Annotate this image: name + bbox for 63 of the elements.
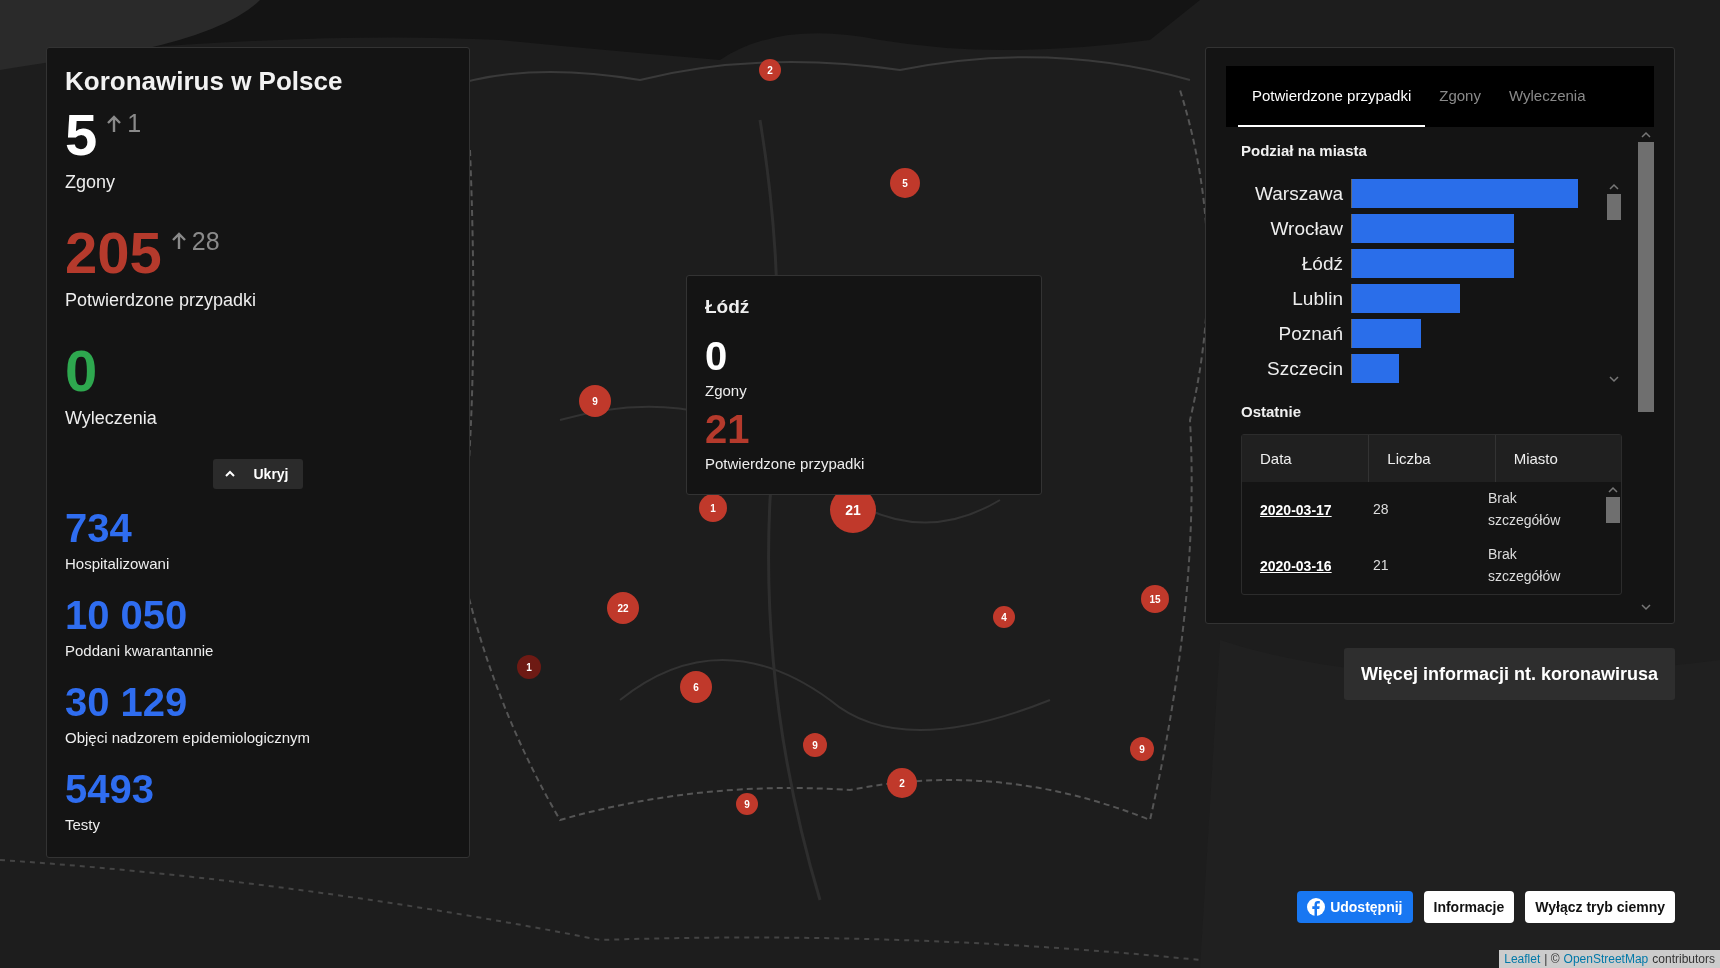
stat-delta: 28 [191,226,220,256]
stat-value: 30 129 [65,680,189,723]
date-link[interactable]: 2020-03-16 [1242,558,1332,574]
scroll-up-icon[interactable] [1608,486,1618,493]
scroll-up-icon[interactable] [1641,131,1651,138]
stat-label: Potwierdzone przypadki [705,455,866,472]
scrollbar-thumb[interactable] [1607,194,1621,220]
column-header: Liczba [1368,435,1495,482]
stat-value: 0 [705,336,729,376]
arrow-up-icon [171,232,186,251]
arrow-up-icon [107,114,122,133]
stat-value: 734 [65,506,133,549]
city-label: Lublin [1291,287,1344,310]
stat-value: 5 [65,105,98,166]
scroll-up-icon[interactable] [1609,183,1619,190]
stat-value: 0 [65,340,98,402]
stat-label: Potwierdzone przypadki [65,289,258,311]
more-info-button[interactable]: Więcej informacji nt. koronawirusa [1344,648,1675,700]
stat-label: Objęci nadzorem epidemiologicznym [65,728,312,746]
date-link[interactable]: 2020-03-17 [1242,502,1332,518]
osm-link[interactable]: OpenStreetMap [1563,952,1649,966]
attribution-text: contributors [1652,952,1715,966]
facebook-icon [1307,898,1326,916]
stat-label: Testy [65,815,101,833]
share-button[interactable]: Udostępnij [1297,891,1413,923]
table-cell-text: 21 [1372,556,1390,576]
popup-title: Łódź [705,296,751,318]
city-label: Poznań [1277,322,1344,345]
stat-label: Zgony [65,171,117,193]
panel-title: Koronawirus w Polsce [65,66,344,97]
stat-value: 205 [65,222,162,284]
tab[interactable]: Wyleczenia [1494,66,1600,127]
tab[interactable]: Potwierdzone przypadki [1238,66,1426,127]
scrollbar-thumb[interactable] [1638,142,1654,412]
stat-value: 5493 [65,767,155,810]
action-button[interactable]: Informacje [1423,891,1515,923]
column-header: Miasto [1494,435,1621,482]
column-header: Data [1259,449,1293,469]
city-label: Szczecin [1265,357,1344,380]
city-label: Warszawa [1254,182,1344,205]
stat-label: Poddani kwarantannie [65,641,215,659]
stat-value: 21 [705,409,751,449]
hide-button[interactable]: Ukryj [213,458,303,489]
attribution-text: | © [1544,952,1560,966]
section-title: Podział na miasta [1241,142,1368,159]
scroll-down-icon[interactable] [1609,376,1619,383]
city-label: Łódź [1300,252,1344,275]
stat-label: Hospitalizowani [65,554,171,572]
table-cell-text: 28 [1372,500,1390,520]
caret-icon [225,470,236,478]
action-button[interactable]: Wyłącz tryb ciemny [1525,891,1675,923]
leaflet-link[interactable]: Leaflet [1504,952,1541,966]
stat-value: 10 050 [65,593,189,636]
scrollbar-thumb[interactable] [1606,497,1620,523]
stat-label: Zgony [705,382,748,399]
scroll-down-icon[interactable] [1641,604,1651,611]
table-cell-text: Brak szczegółów [1487,489,1562,530]
city-label: Wrocław [1269,217,1344,240]
section-title: Ostatnie [1241,403,1302,420]
tab[interactable]: Zgony [1425,66,1495,127]
table-cell-text: Brak szczegółów [1487,545,1562,586]
stat-label: Wyleczenia [65,407,158,429]
stat-delta: 1 [127,109,142,138]
